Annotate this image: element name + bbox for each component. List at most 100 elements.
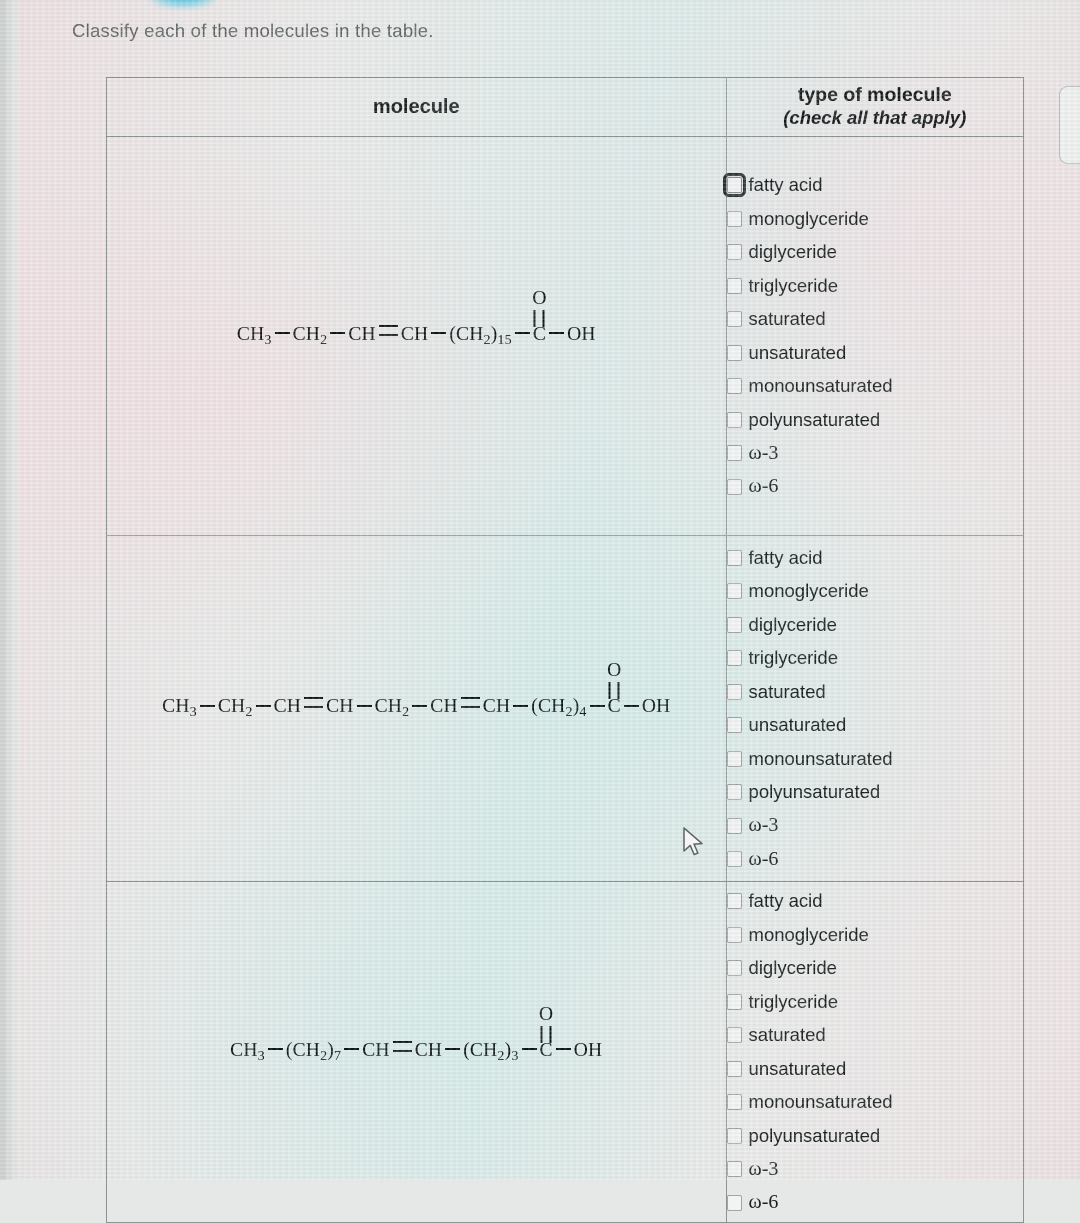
atom-group: CH3 [162, 696, 197, 720]
checkbox-option-polyunsaturated[interactable]: polyunsaturated [726, 776, 1023, 810]
checkbox-option-unsaturated[interactable]: unsaturated [726, 1052, 1023, 1086]
checkbox-icon[interactable] [726, 960, 742, 977]
atom-group: CH [348, 323, 376, 345]
checkbox-icon[interactable] [726, 1161, 742, 1178]
checkbox-icon[interactable] [726, 1194, 742, 1211]
checkbox-option-monounsaturated[interactable]: monounsaturated [726, 1086, 1023, 1120]
checkbox-option-ω-3[interactable]: ω-3 [726, 809, 1023, 843]
checkbox-option-ω-6[interactable]: ω-6 [726, 843, 1023, 877]
checkbox-icon[interactable] [726, 784, 742, 801]
checkbox-label: monoglyceride [748, 923, 869, 945]
checkbox-option-monoglyceride[interactable]: monoglyceride [726, 202, 1023, 236]
checkbox-icon[interactable] [726, 549, 742, 566]
checkbox-label: saturated [748, 308, 826, 330]
checkbox-label: saturated [748, 680, 826, 702]
checkbox-icon[interactable] [726, 445, 742, 462]
checkbox-option-saturated[interactable]: saturated [726, 675, 1023, 709]
table-row: CH3 CH2 CH CH CH2 CH CH (CH2)4 O C OH fatty acid mon… [106, 535, 1025, 882]
checkbox-icon[interactable] [726, 926, 742, 943]
checkbox-option-triglyceride[interactable]: triglyceride [726, 985, 1023, 1019]
atom-group: CH2 [217, 696, 253, 720]
checkbox-option-ω-6[interactable]: ω-6 [726, 1186, 1023, 1220]
checkbox-icon[interactable] [726, 683, 742, 700]
checkbox-label: triglyceride [748, 274, 838, 296]
checkbox-label: ω-3 [748, 814, 779, 837]
carbonyl-carbon: C [607, 696, 621, 718]
checkbox-icon[interactable] [722, 173, 746, 198]
checkbox-option-saturated[interactable]: saturated [726, 303, 1023, 337]
checkbox-icon[interactable] [726, 650, 742, 667]
checkbox-icon[interactable] [726, 993, 742, 1010]
checkbox-label: monounsaturated [748, 1091, 893, 1113]
single-bond [267, 1048, 283, 1051]
checkbox-option-polyunsaturated[interactable]: polyunsaturated [726, 403, 1023, 437]
mouse-cursor-icon [683, 827, 703, 856]
checkbox-option-diglyceride[interactable]: diglyceride [726, 608, 1023, 642]
checkbox-icon[interactable] [726, 244, 742, 261]
checkbox-option-fatty-acid[interactable]: fatty acid [722, 169, 1023, 203]
header-type-hint: (check all that apply) [783, 107, 967, 129]
header-type-of-molecule: type of molecule (check all that apply) [725, 77, 1025, 137]
checkbox-icon[interactable] [726, 1027, 742, 1044]
atom-group: (CH2)3 [463, 1039, 519, 1064]
carbonyl-carbon: C [539, 1039, 553, 1061]
checkbox-icon[interactable] [726, 1060, 742, 1077]
checkbox-option-monounsaturated[interactable]: monounsaturated [726, 370, 1023, 404]
type-of-molecule-cell: fatty acid monoglyceride diglyceride trigly… [722, 136, 1025, 536]
checkbox-icon[interactable] [726, 411, 742, 428]
checkbox-label: fatty acid [748, 174, 823, 196]
checkbox-option-ω-3[interactable]: ω-3 [726, 437, 1023, 471]
checkbox-label: fatty acid [748, 546, 823, 568]
checkbox-option-monounsaturated[interactable]: monounsaturated [726, 742, 1023, 776]
right-side-panel[interactable] [1059, 86, 1080, 164]
atom-group: OH [567, 323, 596, 345]
checkbox-icon[interactable] [726, 851, 742, 868]
checkbox-option-saturated[interactable]: saturated [726, 1019, 1023, 1053]
checkbox-icon[interactable] [726, 717, 742, 734]
carbonyl-oxygen: O [532, 287, 547, 309]
checkbox-icon[interactable] [726, 583, 742, 600]
checkbox-icon[interactable] [726, 616, 742, 633]
single-bond [431, 332, 447, 335]
checkbox-label: diglyceride [748, 613, 837, 635]
carbonyl-carbon: C [532, 323, 547, 345]
page-title: Classify each of the molecules in the ta… [72, 20, 434, 41]
molecule-formula: CH3 (CH2)7 CH CH (CH2)3 O C OH [230, 1004, 602, 1065]
checkbox-icon[interactable] [726, 210, 742, 227]
checkbox-option-monoglyceride[interactable]: monoglyceride [726, 918, 1023, 952]
checkbox-icon[interactable] [726, 478, 742, 495]
checkbox-icon[interactable] [726, 817, 742, 834]
checkbox-option-triglyceride[interactable]: triglyceride [726, 269, 1023, 303]
checkbox-option-polyunsaturated[interactable]: polyunsaturated [726, 1119, 1023, 1153]
checkbox-icon[interactable] [726, 893, 742, 910]
checkbox-label: fatty acid [748, 890, 823, 912]
atom-group: CH2 [374, 696, 410, 720]
top-accent-blob [150, 0, 216, 8]
checkbox-option-fatty-acid[interactable]: fatty acid [726, 541, 1023, 575]
checkbox-icon[interactable] [726, 277, 742, 294]
single-bond [513, 704, 529, 707]
checkbox-option-diglyceride[interactable]: diglyceride [726, 952, 1023, 986]
checkbox-option-diglyceride[interactable]: diglyceride [726, 236, 1023, 270]
single-bond [344, 1048, 360, 1051]
checkbox-label: polyunsaturated [748, 408, 881, 430]
checkbox-option-fatty-acid[interactable]: fatty acid [726, 885, 1023, 919]
checkbox-label: unsaturated [748, 341, 847, 363]
checkbox-icon[interactable] [726, 378, 742, 395]
single-bond [199, 704, 215, 707]
checkbox-option-triglyceride[interactable]: triglyceride [726, 642, 1023, 676]
checkbox-icon[interactable] [726, 344, 742, 361]
molecule-cell: CH3 CH2 CH CH CH2 CH CH (CH2)4 O C OH [106, 535, 727, 882]
single-bond [255, 704, 271, 707]
checkbox-icon[interactable] [726, 311, 742, 328]
checkbox-option-unsaturated[interactable]: unsaturated [726, 336, 1023, 370]
carbonyl-double-bond [533, 309, 545, 327]
checkbox-option-ω-6[interactable]: ω-6 [726, 470, 1023, 504]
single-bond [412, 704, 428, 707]
checkbox-option-unsaturated[interactable]: unsaturated [726, 709, 1023, 743]
checkbox-option-ω-3[interactable]: ω-3 [726, 1153, 1023, 1187]
checkbox-option-monoglyceride[interactable]: monoglyceride [726, 575, 1023, 609]
checkbox-icon[interactable] [726, 1127, 742, 1144]
checkbox-icon[interactable] [726, 1094, 742, 1111]
checkbox-icon[interactable] [726, 750, 742, 767]
